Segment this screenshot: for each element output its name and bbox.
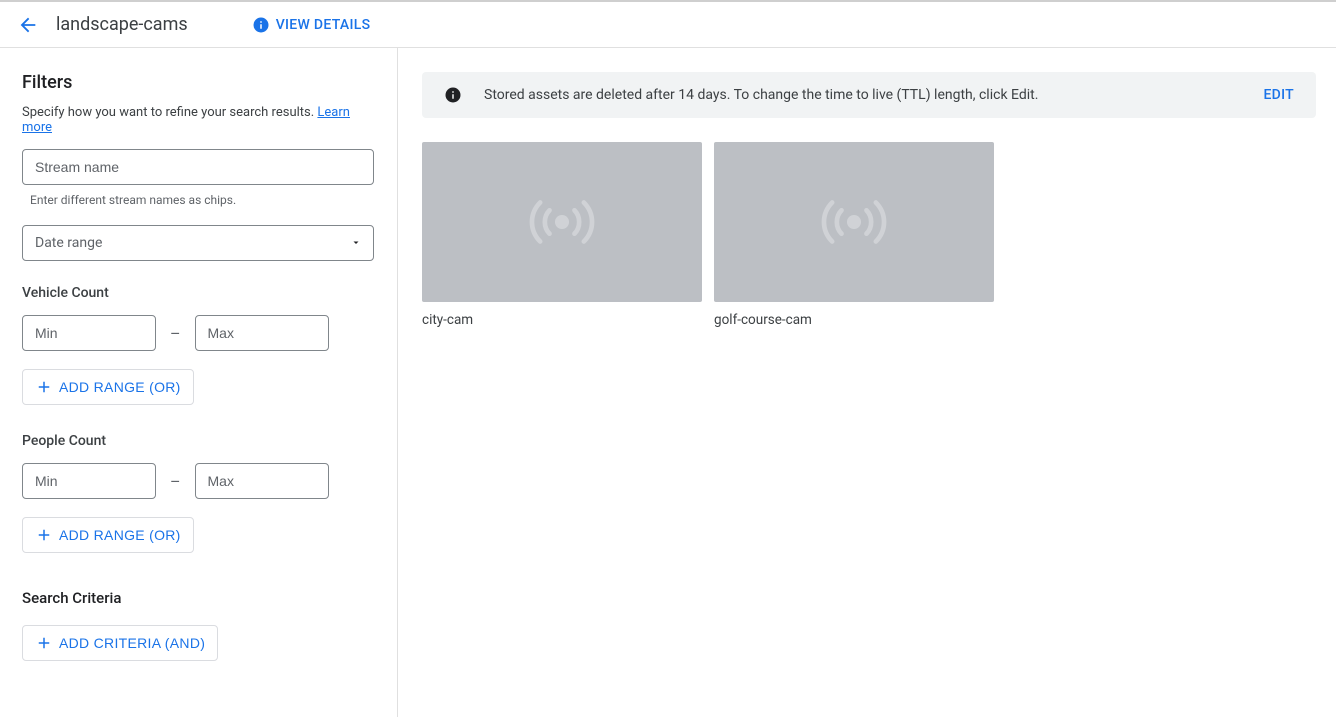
plus-icon <box>35 526 53 544</box>
search-criteria-title: Search Criteria <box>22 589 375 607</box>
plus-icon <box>35 378 53 396</box>
vehicle-count-range: – <box>22 315 375 351</box>
add-criteria-label: ADD CRITERIA (AND) <box>59 635 205 651</box>
filters-subtitle-text: Specify how you want to refine your sear… <box>22 105 314 120</box>
banner-text: Stored assets are deleted after 14 days.… <box>484 87 1241 103</box>
add-criteria-button[interactable]: ADD CRITERIA (AND) <box>22 625 218 661</box>
info-icon <box>252 16 270 34</box>
results-panel: Stored assets are deleted after 14 days.… <box>398 48 1336 717</box>
page-header: landscape-cams VIEW DETAILS <box>0 0 1336 48</box>
plus-icon <box>35 634 53 652</box>
filters-subtitle: Specify how you want to refine your sear… <box>22 105 375 135</box>
main-layout: Filters Specify how you want to refine y… <box>0 48 1336 717</box>
vehicle-count-label: Vehicle Count <box>22 285 375 301</box>
ttl-banner: Stored assets are deleted after 14 days.… <box>422 72 1316 118</box>
people-count-max-input[interactable] <box>195 463 329 499</box>
broadcast-icon <box>815 194 893 250</box>
banner-edit-button[interactable]: EDIT <box>1263 87 1294 103</box>
page-title: landscape-cams <box>56 14 188 35</box>
people-count-label: People Count <box>22 433 375 449</box>
add-range-label: ADD RANGE (OR) <box>59 379 181 395</box>
add-people-range-button[interactable]: ADD RANGE (OR) <box>22 517 194 553</box>
add-range-label: ADD RANGE (OR) <box>59 527 181 543</box>
stream-card-label: city-cam <box>422 312 702 328</box>
view-details-button[interactable]: VIEW DETAILS <box>252 16 371 34</box>
view-details-label: VIEW DETAILS <box>276 17 371 33</box>
range-separator: – <box>170 324 181 343</box>
back-button[interactable] <box>16 13 40 37</box>
stream-name-help: Enter different stream names as chips. <box>30 193 375 207</box>
broadcast-icon <box>523 194 601 250</box>
add-vehicle-range-button[interactable]: ADD RANGE (OR) <box>22 369 194 405</box>
stream-card[interactable]: city-cam <box>422 142 702 328</box>
stream-card-grid: city-cam golf-course-cam <box>422 142 1316 328</box>
stream-card-label: golf-course-cam <box>714 312 994 328</box>
vehicle-count-max-input[interactable] <box>195 315 329 351</box>
info-filled-icon <box>444 86 462 104</box>
people-count-min-input[interactable] <box>22 463 156 499</box>
range-separator: – <box>170 472 181 491</box>
date-range-select[interactable]: Date range <box>22 225 374 261</box>
filters-sidebar: Filters Specify how you want to refine y… <box>0 48 398 717</box>
stream-thumbnail <box>714 142 994 302</box>
vehicle-count-min-input[interactable] <box>22 315 156 351</box>
people-count-range: – <box>22 463 375 499</box>
date-range-value: Date range <box>22 225 374 261</box>
arrow-left-icon <box>17 14 39 36</box>
stream-name-input[interactable] <box>22 149 374 185</box>
stream-card[interactable]: golf-course-cam <box>714 142 994 328</box>
filters-title: Filters <box>22 72 375 93</box>
stream-thumbnail <box>422 142 702 302</box>
